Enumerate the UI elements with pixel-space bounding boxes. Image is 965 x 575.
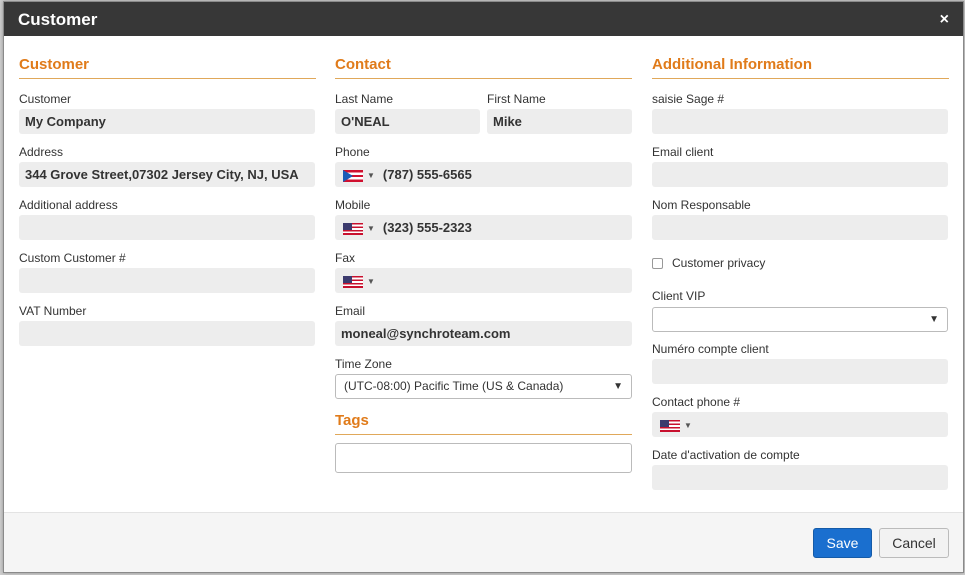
numero-compte-input[interactable]: [652, 359, 948, 384]
tags-section-title: Tags: [335, 412, 632, 435]
customer-label: Customer: [19, 92, 72, 106]
close-icon[interactable]: ×: [940, 11, 949, 29]
email-label: Email: [335, 304, 366, 318]
customer-section-title: Customer: [19, 56, 316, 79]
custom-customer-label: Custom Customer #: [19, 251, 126, 265]
date-activation-label: Date d'activation de compte: [652, 448, 800, 462]
first-name-label: First Name: [487, 92, 546, 106]
phone-label: Phone: [335, 145, 370, 159]
fax-label: Fax: [335, 251, 356, 265]
flag-pr-icon[interactable]: [343, 169, 363, 182]
additional-section-title: Additional Information: [652, 56, 949, 79]
phone-field[interactable]: ▼ (787) 555-6565: [335, 162, 632, 187]
chevron-down-icon[interactable]: ▼: [367, 277, 375, 286]
customer-section: Customer Customer My Company Address 344…: [19, 56, 316, 346]
cancel-button[interactable]: Cancel: [879, 528, 949, 558]
chevron-down-icon[interactable]: ▼: [367, 224, 375, 233]
additional-address-label: Additional address: [19, 198, 118, 212]
timezone-select[interactable]: (UTC-08:00) Pacific Time (US & Canada) ▼: [335, 374, 632, 399]
numero-compte-label: Numéro compte client: [652, 342, 769, 356]
contact-section-title: Contact: [335, 56, 632, 79]
saisie-sage-input[interactable]: [652, 109, 948, 134]
nom-responsable-input[interactable]: [652, 215, 948, 240]
contact-section: Contact Last Name O'NEAL First Name Mike…: [335, 56, 632, 473]
dialog-footer: Save Cancel: [4, 512, 963, 572]
chevron-down-icon: ▼: [929, 314, 939, 325]
saisie-sage-label: saisie Sage #: [652, 92, 725, 106]
additional-address-input[interactable]: [19, 215, 315, 240]
vat-label: VAT Number: [19, 304, 87, 318]
nom-responsable-label: Nom Responsable: [652, 198, 751, 212]
flag-us-icon[interactable]: [660, 419, 680, 432]
address-input[interactable]: 344 Grove Street,07302 Jersey City, NJ, …: [19, 162, 315, 187]
email-input[interactable]: moneal@synchroteam.com: [335, 321, 632, 346]
flag-us-icon[interactable]: [343, 222, 363, 235]
contact-phone-field[interactable]: ▼: [652, 412, 948, 437]
customer-input[interactable]: My Company: [19, 109, 315, 134]
vat-input[interactable]: [19, 321, 315, 346]
dialog-title: Customer: [18, 10, 98, 29]
client-vip-select[interactable]: ▼: [652, 307, 948, 332]
mobile-field[interactable]: ▼ (323) 555-2323: [335, 215, 632, 240]
tags-input[interactable]: [335, 443, 632, 473]
chevron-down-icon[interactable]: ▼: [367, 171, 375, 180]
customer-privacy-label: Customer privacy: [672, 256, 766, 270]
contact-phone-label: Contact phone #: [652, 395, 741, 409]
flag-us-icon[interactable]: [343, 275, 363, 288]
customer-privacy-checkbox[interactable]: [652, 258, 663, 269]
date-activation-input[interactable]: [652, 465, 948, 490]
chevron-down-icon: ▼: [613, 381, 623, 392]
timezone-value: (UTC-08:00) Pacific Time (US & Canada): [344, 379, 564, 393]
phone-input[interactable]: (787) 555-6565: [383, 167, 472, 182]
last-name-input[interactable]: O'NEAL: [335, 109, 480, 134]
save-button[interactable]: Save: [813, 528, 872, 558]
timezone-label: Time Zone: [335, 357, 392, 371]
email-client-label: Email client: [652, 145, 714, 159]
custom-customer-input[interactable]: [19, 268, 315, 293]
mobile-input[interactable]: (323) 555-2323: [383, 220, 472, 235]
customer-dialog: Customer × Customer Customer My Company …: [3, 1, 964, 573]
address-label: Address: [19, 145, 64, 159]
chevron-down-icon[interactable]: ▼: [684, 421, 692, 430]
email-client-input[interactable]: [652, 162, 948, 187]
client-vip-label: Client VIP: [652, 289, 706, 303]
fax-field[interactable]: ▼: [335, 268, 632, 293]
additional-section: Additional Information saisie Sage # Ema…: [652, 56, 949, 490]
dialog-titlebar: Customer ×: [4, 2, 963, 36]
mobile-label: Mobile: [335, 198, 371, 212]
last-name-label: Last Name: [335, 92, 394, 106]
first-name-input[interactable]: Mike: [487, 109, 632, 134]
